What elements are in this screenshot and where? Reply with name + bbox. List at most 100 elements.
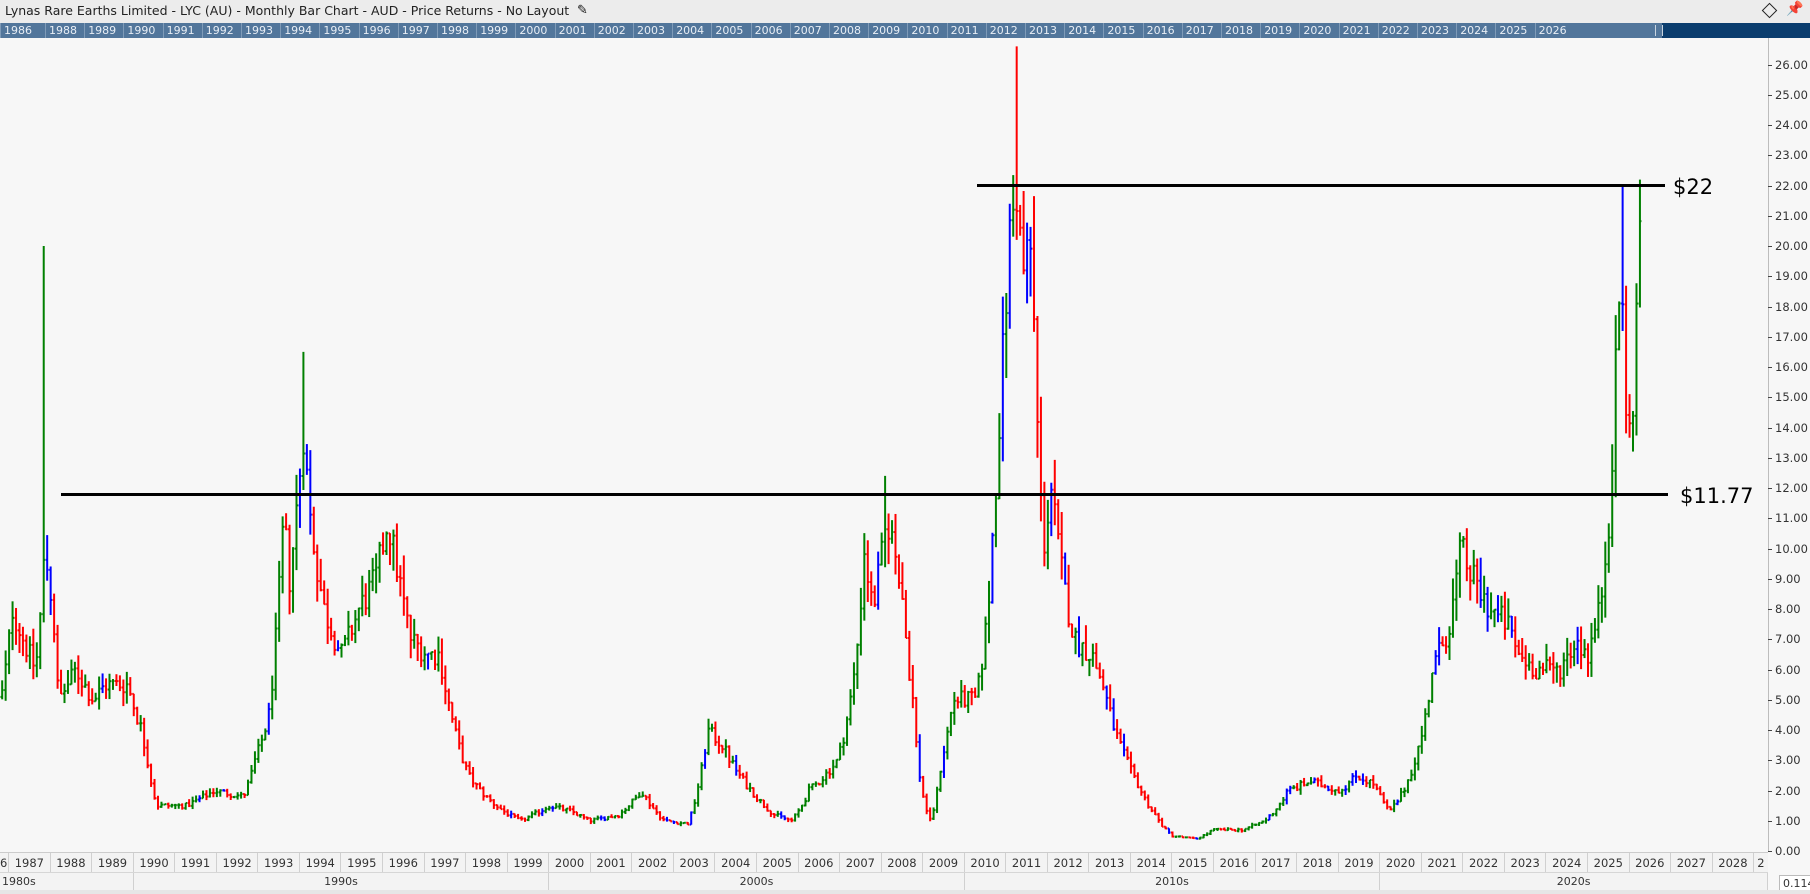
ohlc-bar [1337, 786, 1341, 794]
diamond-icon[interactable] [1761, 2, 1778, 19]
ohlc-bar [1517, 639, 1521, 656]
ohlc-bar [1229, 827, 1233, 831]
year-axis[interactable]: 6 1987 1988 1989 1990 1991 1992 1993 1994 1995 199… [0, 852, 1768, 873]
ohlc-bar [1378, 786, 1382, 796]
ohlc-bar [966, 690, 970, 714]
x-year-label: 2004 [715, 853, 757, 873]
ohlc-bar [1451, 578, 1455, 638]
ohlc-bar [942, 745, 946, 778]
ohlc-bar [256, 738, 260, 763]
ohlc-bar [118, 675, 122, 692]
ohlc-bar [222, 789, 226, 792]
navigator-year-label: 2011 [946, 23, 979, 38]
ohlc-bar [1475, 558, 1479, 604]
ohlc-bar [1281, 797, 1285, 807]
ohlc-bar [426, 652, 430, 670]
ohlc-bar [1621, 185, 1625, 332]
x-year-label: 2003 [674, 853, 716, 873]
ohlc-bar [180, 803, 184, 810]
ohlc-bar [1167, 827, 1171, 834]
ohlc-bar [1499, 595, 1503, 622]
ohlc-bar [682, 821, 686, 825]
y-tick-label: 12.00 [1768, 482, 1808, 494]
ohlc-bar [644, 794, 648, 801]
ohlc-bar [696, 783, 700, 807]
navigator-year-label: 2017 [1181, 23, 1214, 38]
ohlc-bar [17, 623, 21, 653]
ohlc-bar [80, 669, 84, 697]
pin-icon[interactable]: 📌 [1786, 1, 1803, 17]
ohlc-bar [987, 580, 991, 644]
ohlc-bar [1181, 835, 1185, 839]
navigator-year-label: 2023 [1417, 23, 1449, 38]
ohlc-bar [1454, 559, 1458, 621]
edit-pencil-icon[interactable]: ✎ [577, 3, 588, 18]
ohlc-bar [703, 749, 707, 769]
ohlc-bar [914, 696, 918, 748]
ohlc-bar [855, 643, 859, 689]
x-year-label: 1991 [175, 853, 217, 873]
ohlc-bar [301, 351, 305, 490]
ohlc-bar [883, 475, 887, 568]
y-tick-label: 10.00 [1768, 543, 1808, 555]
ohlc-bar [713, 721, 717, 746]
ohlc-bar [433, 649, 437, 671]
y-tick-label: 7.00 [1768, 633, 1801, 645]
ohlc-bar [1261, 820, 1265, 824]
navigator-year-label: 1994 [280, 23, 312, 38]
ohlc-bar [956, 696, 960, 709]
timeline-navigator[interactable]: 1986 1988 1989 1990 1991 1992 1993 1994 1995 1996… [0, 23, 1810, 38]
ohlc-bar [1382, 791, 1386, 804]
ohlc-bar [499, 804, 503, 811]
ohlc-bar [267, 702, 271, 735]
ohlc-bar [1520, 638, 1524, 662]
ohlc-bar [554, 803, 558, 810]
ohlc-bar [1392, 799, 1396, 813]
ohlc-bar [1115, 719, 1119, 739]
ohlc-bar [391, 529, 395, 571]
ohlc-bar [1267, 814, 1271, 822]
y-tick-label: 24.00 [1768, 119, 1808, 131]
navigator-year-label: 2009 [868, 23, 900, 38]
horizontal-line-annotation[interactable] [977, 184, 1665, 187]
price-chart-plot[interactable] [0, 0, 1768, 852]
ohlc-bar [1067, 564, 1071, 628]
ohlc-bar [135, 706, 139, 725]
ohlc-bar [1319, 775, 1323, 788]
navigator-year-label: 2020 [1299, 23, 1331, 38]
ohlc-bar [662, 815, 666, 822]
ohlc-bar [121, 679, 125, 707]
annotation-label: $11.77 [1680, 483, 1754, 508]
ohlc-bar [1087, 658, 1091, 677]
ohlc-bar [755, 794, 759, 803]
ohlc-bar [1482, 575, 1486, 613]
ohlc-bar [786, 817, 790, 823]
horizontal-line-annotation[interactable] [61, 493, 1668, 497]
ohlc-bar [443, 665, 447, 705]
ohlc-bar [970, 687, 974, 706]
ohlc-bar [1628, 394, 1632, 438]
ohlc-bar [1285, 788, 1289, 805]
ohlc-bar [101, 673, 105, 694]
ohlc-bar [1063, 552, 1067, 585]
ohlc-bar [170, 803, 174, 808]
ohlc-bar [1607, 523, 1611, 573]
navigator-resize-handle[interactable] [1655, 25, 1663, 36]
ohlc-bar [707, 718, 711, 756]
ohlc-bar [388, 532, 392, 566]
ohlc-bar [31, 628, 35, 680]
navigator-year-label: 2008 [829, 23, 861, 38]
title-bar: Lynas Rare Earths Limited - LYC (AU) - M… [0, 0, 1810, 24]
x-year-label: 2000 [549, 853, 591, 873]
ohlc-bar [1347, 780, 1351, 793]
ohlc-bar [1503, 591, 1507, 640]
ohlc-bar [848, 689, 852, 726]
ohlc-bar [1101, 669, 1105, 691]
ohlc-bar [1527, 653, 1531, 671]
ohlc-bar [1188, 836, 1192, 839]
ohlc-bar [270, 675, 274, 720]
navigator-year-label: 1995 [319, 23, 351, 38]
ohlc-bar [800, 804, 804, 812]
navigator-year-label: 1986 [0, 23, 32, 38]
ohlc-bar [111, 678, 115, 690]
